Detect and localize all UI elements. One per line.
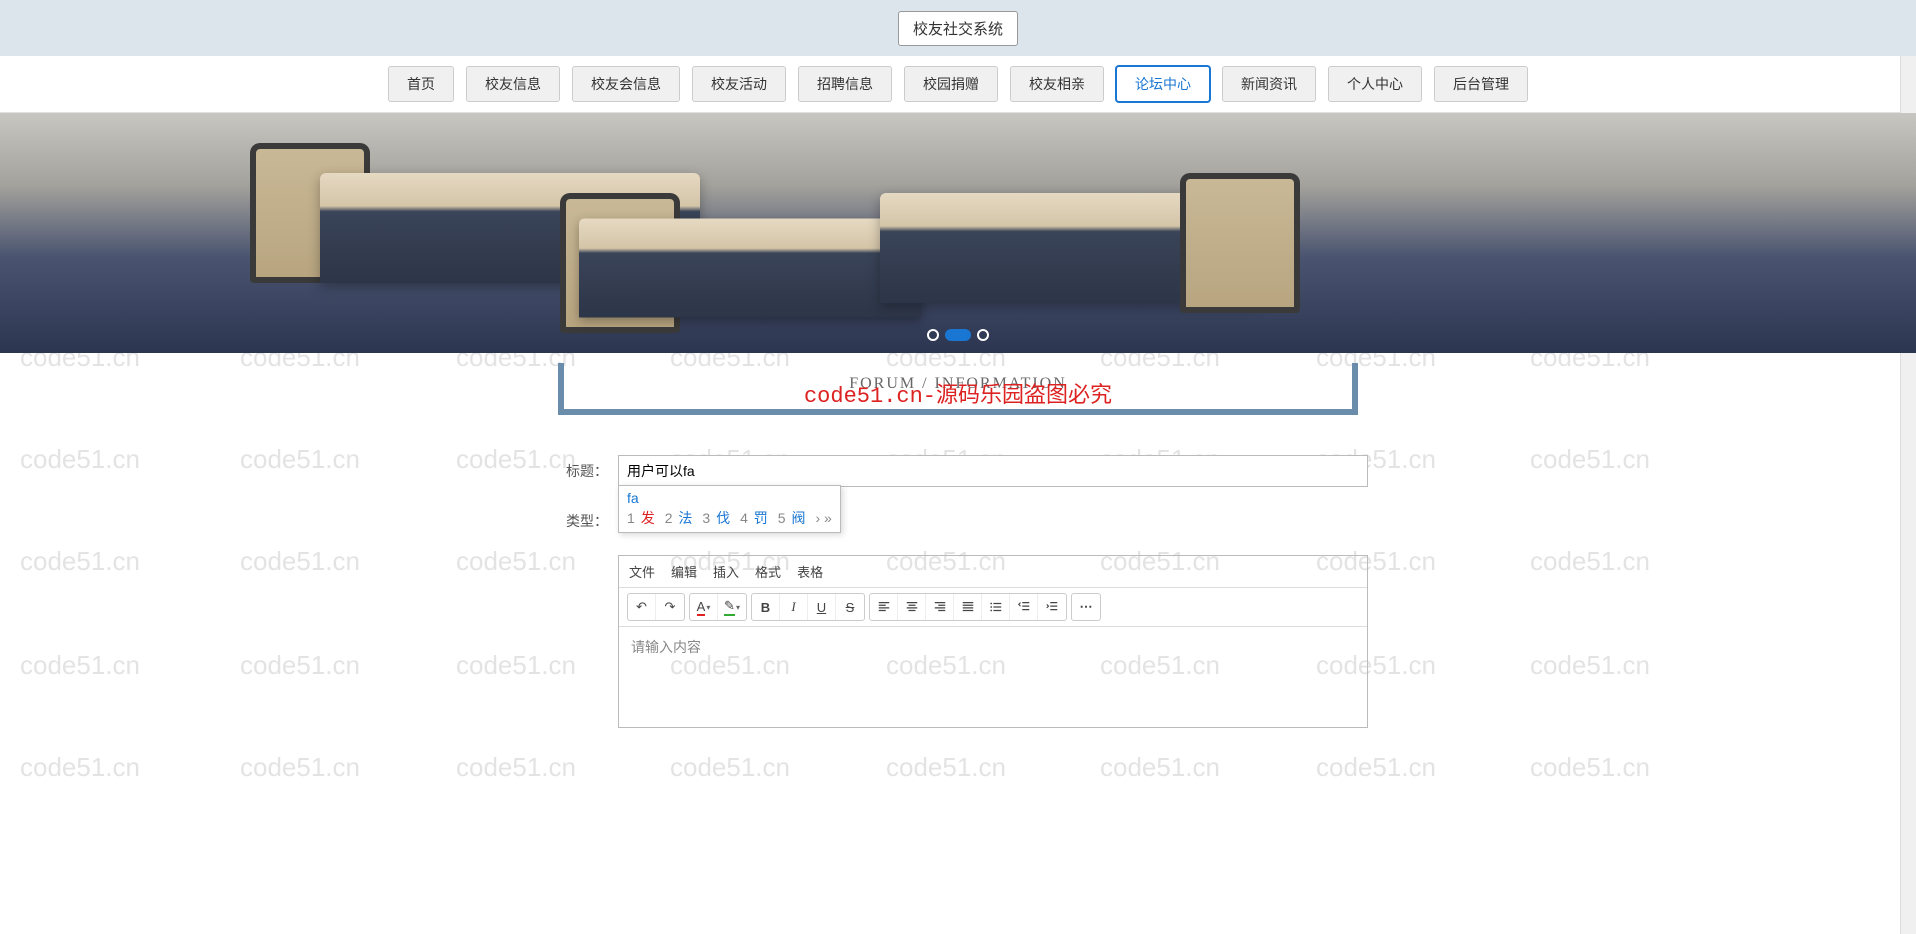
carousel-dot[interactable] — [977, 329, 989, 341]
redo-button[interactable]: ↷ — [656, 594, 684, 620]
ime-popup: fa 1 发 2 法 3 伐 4 罚 5 阀 › » — [618, 485, 841, 533]
watermark-text: code51.cn — [240, 752, 360, 783]
title-input[interactable] — [618, 455, 1368, 487]
align-justify-button[interactable] — [954, 594, 982, 620]
carousel-dot-active[interactable] — [945, 329, 971, 341]
watermark-text: code51.cn — [240, 546, 360, 577]
ime-candidate[interactable]: 1 发 — [627, 508, 655, 528]
nav-item[interactable]: 校友信息 — [466, 66, 560, 102]
form-area: 标题： fa 1 发2 法3 伐4 罚5 阀› » 类型： 公开私人 文件编辑插… — [548, 455, 1368, 728]
editor-menu: 文件编辑插入格式表格 — [619, 556, 1367, 588]
ime-candidate[interactable]: 3 伐 — [702, 508, 730, 528]
list-button[interactable] — [982, 594, 1010, 620]
align-left-button[interactable] — [870, 594, 898, 620]
carousel-dot[interactable] — [927, 329, 939, 341]
nav-item[interactable]: 论坛中心 — [1116, 66, 1210, 102]
strike-button[interactable]: S — [836, 594, 864, 620]
nav-item[interactable]: 校友会信息 — [572, 66, 680, 102]
nav-item[interactable]: 后台管理 — [1434, 66, 1528, 102]
watermark-text: code51.cn — [20, 546, 140, 577]
editor-menu-item[interactable]: 编辑 — [671, 562, 697, 581]
nav-item[interactable]: 校友活动 — [692, 66, 786, 102]
underline-button[interactable]: U — [808, 594, 836, 620]
ime-candidate[interactable]: 5 阀 — [778, 508, 806, 528]
watermark-text: code51.cn — [20, 444, 140, 475]
editor-menu-item[interactable]: 表格 — [797, 562, 823, 581]
type-label: 类型： — [548, 511, 608, 531]
more-tools-button[interactable]: ⋯ — [1072, 594, 1100, 620]
undo-button[interactable]: ↶ — [628, 594, 656, 620]
watermark-text: code51.cn — [240, 650, 360, 681]
watermark-text: code51.cn — [1316, 752, 1436, 783]
app-title: 校友社交系统 — [898, 11, 1018, 46]
outdent-button[interactable] — [1010, 594, 1038, 620]
watermark-text: code51.cn — [1100, 752, 1220, 783]
ime-typed: fa — [627, 490, 832, 506]
watermark-text: code51.cn — [20, 650, 140, 681]
text-color-button[interactable]: A▾ — [690, 594, 718, 620]
italic-button[interactable]: I — [780, 594, 808, 620]
watermark-overlay: code51.cn-源码乐园盗图必究 — [564, 377, 1352, 409]
editor-menu-item[interactable]: 插入 — [713, 562, 739, 581]
nav-item[interactable]: 首页 — [388, 66, 454, 102]
editor-body[interactable]: 请输入内容 — [619, 627, 1367, 727]
section-title: FORUM / INFORMATION code51.cn-源码乐园盗图必究 — [558, 363, 1358, 415]
hero-banner — [0, 113, 1916, 353]
watermark-text: code51.cn — [1530, 444, 1650, 475]
rich-editor: 文件编辑插入格式表格 ↶ ↷ A▾ ✎▾ B I U S — [618, 555, 1368, 728]
watermark-text: code51.cn — [456, 752, 576, 783]
title-row: 标题： fa 1 发2 法3 伐4 罚5 阀› » — [548, 455, 1368, 487]
carousel-dots — [927, 329, 989, 341]
align-center-button[interactable] — [898, 594, 926, 620]
ime-candidate[interactable]: 4 罚 — [740, 508, 768, 528]
nav-item[interactable]: 招聘信息 — [798, 66, 892, 102]
bold-button[interactable]: B — [752, 594, 780, 620]
ime-arrows-icon[interactable]: › » — [815, 510, 831, 526]
indent-button[interactable] — [1038, 594, 1066, 620]
watermark-text: code51.cn — [1530, 650, 1650, 681]
nav-item[interactable]: 校友相亲 — [1010, 66, 1104, 102]
editor-menu-item[interactable]: 格式 — [755, 562, 781, 581]
ime-candidates: 1 发 2 法 3 伐 4 罚 5 阀 › » — [627, 508, 832, 528]
nav-item[interactable]: 新闻资讯 — [1222, 66, 1316, 102]
align-right-button[interactable] — [926, 594, 954, 620]
editor-menu-item[interactable]: 文件 — [629, 562, 655, 581]
title-label: 标题： — [548, 461, 608, 481]
editor-toolbar: ↶ ↷ A▾ ✎▾ B I U S — [619, 588, 1367, 627]
bg-color-button[interactable]: ✎▾ — [718, 594, 746, 620]
main-nav: 首页校友信息校友会信息校友活动招聘信息校园捐赠校友相亲论坛中心新闻资讯个人中心后… — [0, 56, 1916, 113]
top-bar: 校友社交系统 — [0, 0, 1916, 56]
watermark-text: code51.cn — [1530, 752, 1650, 783]
watermark-text: code51.cn — [20, 752, 140, 783]
watermark-text: code51.cn — [240, 444, 360, 475]
ime-candidate[interactable]: 2 法 — [665, 508, 693, 528]
nav-item[interactable]: 校园捐赠 — [904, 66, 998, 102]
watermark-text: code51.cn — [1530, 546, 1650, 577]
watermark-text: code51.cn — [670, 752, 790, 783]
watermark-text: code51.cn — [886, 752, 1006, 783]
nav-item[interactable]: 个人中心 — [1328, 66, 1422, 102]
